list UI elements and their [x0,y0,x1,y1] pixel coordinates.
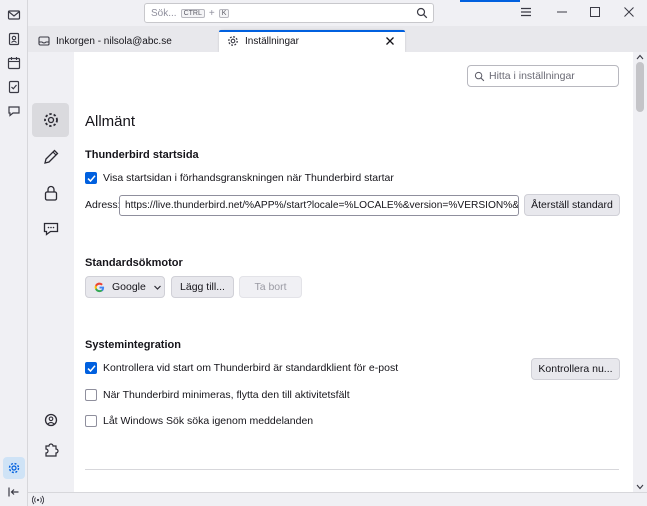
tab-settings[interactable]: Inställningar [219,30,405,52]
scrollbar-thumb[interactable] [636,62,644,112]
close-icon [624,7,634,17]
category-general[interactable] [32,103,69,137]
checkbox[interactable] [85,389,97,401]
system-integration-heading: Systemintegration [85,339,181,351]
puzzle-icon [44,443,59,457]
page-title: Allmänt [85,113,136,130]
close-tab-icon[interactable] [383,34,397,48]
category-privacy[interactable] [32,176,69,210]
search-engine-heading: Standardsökmotor [85,257,183,269]
category-composition[interactable] [32,140,69,174]
tab-bar: Inkorgen - nilsola@abc.se Inställningar [28,26,647,52]
show-startpage-checkbox[interactable]: Visa startsidan i förhandsgranskningen n… [85,172,394,184]
gear-icon [43,113,58,127]
hamburger-icon [521,7,531,17]
search-icon [474,71,485,81]
status-bar [28,492,647,506]
scroll-up-icon[interactable] [636,54,644,60]
calendar-icon[interactable] [3,52,25,74]
windows-search-checkbox[interactable]: Låt Windows Sök söka igenom meddelanden [85,415,313,427]
search-placeholder: Sök... [151,7,177,19]
gear-icon [228,36,238,46]
lock-icon [44,185,57,201]
minimize-icon [557,11,567,13]
title-bar: Sök... CTRL + K [28,0,647,26]
online-status-icon[interactable] [32,495,44,505]
shortcut-ctrl: CTRL [180,8,205,18]
close-window-button[interactable] [614,3,644,21]
startpage-address-input[interactable]: https://live.thunderbird.net/%APP%/start… [119,195,519,216]
checkmark-icon [86,174,96,182]
chat-bubble-icon [43,222,58,236]
scroll-down-icon[interactable] [636,484,644,490]
tab-label: Inställningar [245,35,299,47]
settings-main: Hitta i inställningar Allmänt Thunderbir… [74,52,633,492]
minimize-to-tray-checkbox[interactable]: När Thunderbird minimeras, flytta den ti… [85,389,350,401]
mail-icon[interactable] [3,4,25,26]
spaces-toolbar [0,0,28,506]
find-in-settings-input[interactable]: Hitta i inställningar [467,65,619,87]
vertical-scrollbar[interactable] [633,52,647,492]
google-icon [94,282,105,292]
startpage-heading: Thunderbird startsida [85,149,199,161]
shortcut-k: K [218,8,230,18]
tab-label: Inkorgen - nilsola@abc.se [56,35,172,47]
windows-search-label: Låt Windows Sök söka igenom meddelanden [103,415,314,427]
remove-search-engine-button[interactable]: Ta bort [239,276,302,298]
addons-themes[interactable] [32,432,69,466]
search-engine-select[interactable]: Google [85,276,165,298]
global-search-input[interactable]: Sök... CTRL + K [144,3,434,23]
settings-space-icon[interactable] [3,457,25,479]
maximize-button[interactable] [580,3,610,21]
checkbox[interactable] [85,172,97,184]
chevron-down-icon [153,285,161,290]
show-startpage-label: Visa startsidan i förhandsgranskningen n… [103,172,394,184]
chat-icon[interactable] [3,100,25,122]
pencil-icon [43,149,58,164]
tab-inbox[interactable]: Inkorgen - nilsola@abc.se [30,30,218,52]
check-default-label: Kontrollera vid start om Thunderbird är … [103,362,399,374]
address-label-text: Adress: [85,199,121,211]
app-menu-button[interactable] [511,3,541,21]
accent-line [460,0,520,2]
address-book-icon[interactable] [3,28,25,50]
settings-content: Hitta i inställningar Allmänt Thunderbir… [28,52,647,492]
minimize-label: När Thunderbird minimeras, flytta den ti… [103,389,350,401]
address-label: Adress: [85,199,121,211]
reset-default-button[interactable]: Återställ standard [524,194,620,216]
add-search-engine-button[interactable]: Lägg till... [171,276,234,298]
search-engine-value: Google [112,281,146,293]
account-icon [44,413,57,427]
category-chat[interactable] [32,212,69,246]
checkbox[interactable] [85,362,97,374]
inbox-icon [38,36,50,46]
shortcut-plus: + [208,7,215,19]
search-icon [416,7,428,19]
find-placeholder: Hitta i inställningar [489,70,575,82]
checkmark-icon [86,364,96,372]
category-nav [28,52,74,492]
check-now-button[interactable]: Kontrollera nu... [531,358,620,380]
tasks-icon[interactable] [3,76,25,98]
section-divider [85,469,619,470]
maximize-icon [590,7,600,17]
checkbox[interactable] [85,415,97,427]
minimize-button[interactable] [547,3,577,21]
check-default-checkbox[interactable]: Kontrollera vid start om Thunderbird är … [85,362,398,374]
collapse-toolbar-icon[interactable] [3,481,25,503]
